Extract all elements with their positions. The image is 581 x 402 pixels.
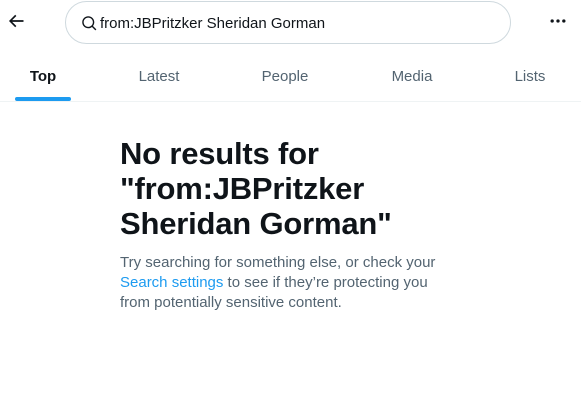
tab-label: Media — [391, 68, 433, 85]
empty-state-description: Try searching for something else, or che… — [120, 253, 460, 313]
tab-lists[interactable]: Lists — [487, 52, 573, 101]
search-header — [0, 0, 581, 50]
search-box[interactable] — [65, 1, 511, 44]
tab-top[interactable]: Top — [0, 52, 86, 101]
search-tabs: Top Latest People Media Lists — [0, 52, 581, 102]
more-horizontal-icon — [548, 11, 568, 36]
tab-label: Latest — [138, 68, 180, 85]
tab-label: People — [261, 68, 309, 85]
active-tab-indicator — [15, 97, 71, 101]
arrow-left-icon — [6, 11, 26, 36]
empty-state-desc-before: Try searching for something else, or che… — [120, 254, 436, 271]
empty-state-title: No results for "from:JBPritzker Sheridan… — [120, 136, 392, 241]
tab-people[interactable]: People — [242, 52, 328, 101]
search-icon — [80, 14, 99, 33]
search-settings-link[interactable]: Search settings — [120, 274, 223, 291]
tab-latest[interactable]: Latest — [116, 52, 202, 101]
search-results-page: Top Latest People Media Lists No results… — [0, 0, 581, 402]
more-button[interactable] — [540, 5, 576, 41]
back-button[interactable] — [1, 5, 31, 41]
tab-label: Lists — [514, 68, 546, 85]
tab-media[interactable]: Media — [369, 52, 455, 101]
search-input[interactable] — [100, 10, 500, 36]
empty-state: No results for "from:JBPritzker Sheridan… — [120, 136, 460, 313]
tab-label: Top — [29, 68, 57, 85]
